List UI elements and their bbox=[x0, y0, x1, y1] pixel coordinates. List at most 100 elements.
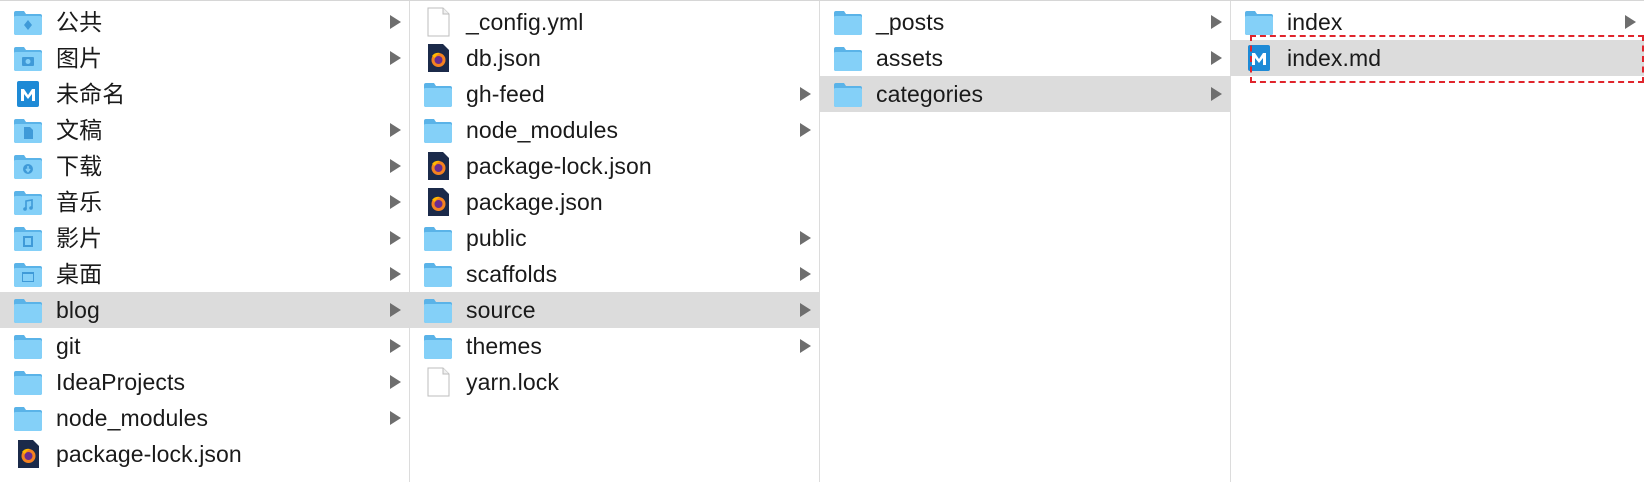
disclosure-arrow-icon[interactable] bbox=[390, 159, 401, 173]
list-item[interactable]: _config.yml bbox=[410, 4, 819, 40]
list-item[interactable]: package-lock.json bbox=[410, 148, 819, 184]
list-item[interactable]: public bbox=[410, 220, 819, 256]
folder-icon bbox=[422, 223, 454, 253]
disclosure-arrow-icon[interactable] bbox=[390, 51, 401, 65]
item-label: 音乐 bbox=[56, 189, 103, 215]
list-item[interactable]: themes bbox=[410, 328, 819, 364]
item-label: _posts bbox=[876, 9, 945, 35]
item-label: 下载 bbox=[56, 153, 103, 179]
firefox-file-icon bbox=[422, 151, 454, 181]
item-label: node_modules bbox=[466, 117, 619, 143]
folder-icon bbox=[832, 7, 864, 37]
column-home[interactable]: 公共图片未命名文稿下载音乐影片桌面 blog git IdeaProjects node… bbox=[0, 1, 410, 482]
list-item[interactable]: 公共 bbox=[0, 4, 409, 40]
music-folder-icon bbox=[12, 187, 44, 217]
list-item[interactable]: node_modules bbox=[0, 400, 409, 436]
disclosure-arrow-icon[interactable] bbox=[390, 267, 401, 281]
item-label: 桌面 bbox=[56, 261, 103, 287]
item-label: 文稿 bbox=[56, 117, 103, 143]
list-item[interactable]: package.json bbox=[410, 184, 819, 220]
column-browser: 公共图片未命名文稿下载音乐影片桌面 blog git IdeaProjects node… bbox=[0, 0, 1644, 482]
list-item[interactable]: git bbox=[0, 328, 409, 364]
column-blog[interactable]: _config.yml db.json gh-feed node_modulespac… bbox=[410, 1, 820, 482]
list-item[interactable]: categories bbox=[820, 76, 1230, 112]
column-categories[interactable]: index index.md bbox=[1231, 1, 1644, 482]
list-item[interactable]: yarn.lock bbox=[410, 364, 819, 400]
item-label: blog bbox=[56, 297, 100, 323]
list-item[interactable]: source bbox=[410, 292, 819, 328]
disclosure-arrow-icon[interactable] bbox=[800, 267, 811, 281]
list-item[interactable]: 音乐 bbox=[0, 184, 409, 220]
desktop-folder-icon bbox=[12, 259, 44, 289]
list-item[interactable]: index bbox=[1231, 4, 1644, 40]
pictures-folder-icon bbox=[12, 43, 44, 73]
disclosure-arrow-icon[interactable] bbox=[1211, 51, 1222, 65]
disclosure-arrow-icon[interactable] bbox=[800, 303, 811, 317]
folder-icon bbox=[832, 79, 864, 109]
disclosure-arrow-icon[interactable] bbox=[390, 411, 401, 425]
folder-icon bbox=[422, 295, 454, 325]
list-item[interactable]: 文稿 bbox=[0, 112, 409, 148]
list-item[interactable]: IdeaProjects bbox=[0, 364, 409, 400]
folder-icon bbox=[1243, 7, 1275, 37]
disclosure-arrow-icon[interactable] bbox=[390, 195, 401, 209]
item-label: node_modules bbox=[56, 405, 209, 431]
disclosure-arrow-icon[interactable] bbox=[800, 87, 811, 101]
folder-icon bbox=[422, 331, 454, 361]
item-label: index bbox=[1287, 9, 1343, 35]
firefox-file-icon bbox=[12, 439, 44, 469]
disclosure-arrow-icon[interactable] bbox=[1211, 87, 1222, 101]
item-label: db.json bbox=[466, 45, 541, 71]
list-item[interactable]: assets bbox=[820, 40, 1230, 76]
public-folder-icon bbox=[12, 7, 44, 37]
item-label: package-lock.json bbox=[56, 441, 242, 467]
item-label: 公共 bbox=[56, 9, 103, 35]
list-item[interactable]: index.md bbox=[1231, 40, 1644, 76]
firefox-file-icon bbox=[422, 187, 454, 217]
disclosure-arrow-icon[interactable] bbox=[390, 15, 401, 29]
list-item[interactable]: 桌面 bbox=[0, 256, 409, 292]
item-label: assets bbox=[876, 45, 944, 71]
list-item[interactable]: 未命名 bbox=[0, 76, 409, 112]
list-item[interactable]: db.json bbox=[410, 40, 819, 76]
disclosure-arrow-icon[interactable] bbox=[390, 231, 401, 245]
disclosure-arrow-icon[interactable] bbox=[800, 231, 811, 245]
disclosure-arrow-icon[interactable] bbox=[1625, 15, 1636, 29]
markdown-file-icon bbox=[1243, 43, 1275, 73]
disclosure-arrow-icon[interactable] bbox=[390, 375, 401, 389]
list-item[interactable]: package-lock.json bbox=[0, 436, 409, 472]
list-item[interactable]: 图片 bbox=[0, 40, 409, 76]
folder-icon bbox=[12, 403, 44, 433]
item-label: 影片 bbox=[56, 225, 103, 251]
folder-icon bbox=[832, 43, 864, 73]
item-label: git bbox=[56, 333, 81, 359]
item-label: IdeaProjects bbox=[56, 369, 186, 395]
disclosure-arrow-icon[interactable] bbox=[390, 123, 401, 137]
item-label: index.md bbox=[1287, 45, 1382, 71]
column-source[interactable]: _postsassets categories bbox=[820, 1, 1231, 482]
folder-icon bbox=[12, 367, 44, 397]
item-label: categories bbox=[876, 81, 984, 107]
list-item[interactable]: blog bbox=[0, 292, 409, 328]
disclosure-arrow-icon[interactable] bbox=[390, 303, 401, 317]
disclosure-arrow-icon[interactable] bbox=[1211, 15, 1222, 29]
folder-icon bbox=[12, 331, 44, 361]
firefox-file-icon bbox=[422, 43, 454, 73]
item-label: 图片 bbox=[56, 45, 103, 71]
disclosure-arrow-icon[interactable] bbox=[800, 339, 811, 353]
item-label: scaffolds bbox=[466, 261, 558, 287]
blank-file-icon bbox=[422, 7, 454, 37]
list-item[interactable]: _posts bbox=[820, 4, 1230, 40]
disclosure-arrow-icon[interactable] bbox=[390, 339, 401, 353]
list-item[interactable]: 下载 bbox=[0, 148, 409, 184]
documents-folder-icon bbox=[12, 115, 44, 145]
list-item[interactable]: gh-feed bbox=[410, 76, 819, 112]
item-label: yarn.lock bbox=[466, 369, 559, 395]
disclosure-arrow-icon[interactable] bbox=[800, 123, 811, 137]
item-label: package-lock.json bbox=[466, 153, 652, 179]
movies-folder-icon bbox=[12, 223, 44, 253]
list-item[interactable]: scaffolds bbox=[410, 256, 819, 292]
list-item[interactable]: 影片 bbox=[0, 220, 409, 256]
list-item[interactable]: node_modules bbox=[410, 112, 819, 148]
blank-file-icon bbox=[422, 367, 454, 397]
